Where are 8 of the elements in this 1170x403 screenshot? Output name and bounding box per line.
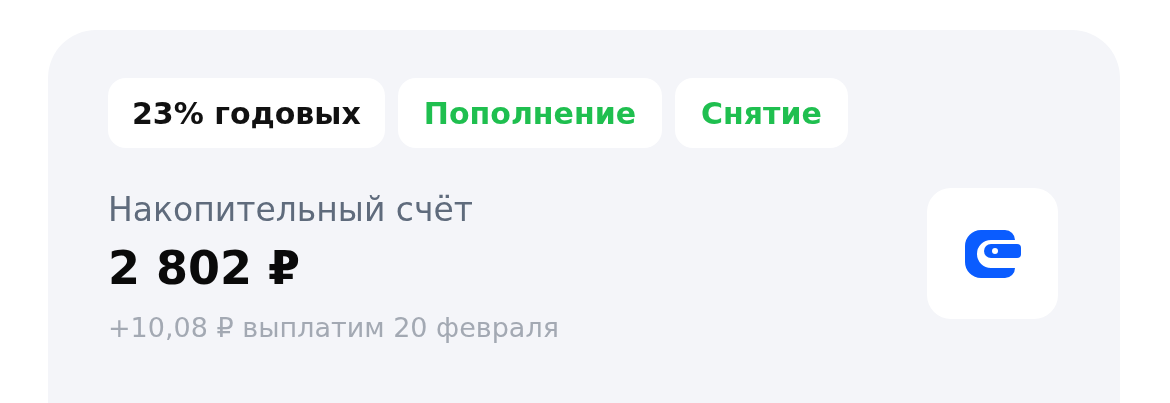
wallet-icon: [964, 229, 1021, 278]
action-button[interactable]: Снятие: [675, 78, 848, 148]
account-balance: 2 802 ₽: [108, 240, 302, 297]
rate-badge: 23% годовых: [108, 78, 385, 148]
action-button[interactable]: Пополнение: [397, 78, 663, 148]
account-title: Накопительный счёт: [108, 189, 474, 231]
account-card[interactable]: 23% годовых Пополнение Снятие Накопительный счёт 2 802 ₽ +10,08 ₽ выплатим 20 февраля: [48, 30, 1120, 403]
payout-note: +10,08 ₽ выплатим 20 февраля: [108, 311, 559, 345]
